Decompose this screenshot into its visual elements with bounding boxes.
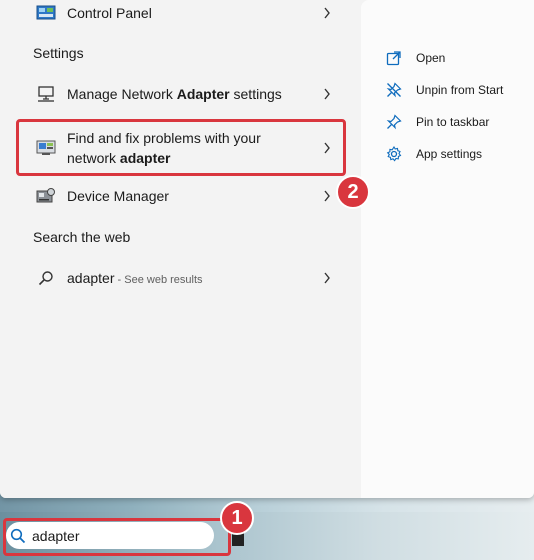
chevron-right-icon: [322, 272, 332, 284]
web-result-label: adapter - See web results: [67, 270, 203, 286]
result-manage-network-adapter[interactable]: Manage Network Adapter settings: [18, 82, 346, 106]
settings-section-title: Settings: [33, 45, 84, 61]
results-list: Control Panel Settings Manage Network Ad…: [0, 0, 361, 498]
taskbar-search-box[interactable]: adapter: [6, 522, 214, 549]
action-unpin-from-start[interactable]: Unpin from Start: [386, 82, 503, 98]
unpin-icon: [386, 82, 402, 98]
search-icon: [36, 269, 56, 287]
step2-highlight-outline: [16, 119, 346, 176]
chevron-right-icon: [322, 190, 332, 202]
step2-badge: 2: [336, 175, 370, 209]
open-icon: [386, 50, 402, 66]
monitor-icon: [36, 85, 56, 103]
result-device-manager[interactable]: Device Manager: [18, 184, 346, 208]
chevron-right-icon: [322, 88, 332, 100]
search-input[interactable]: adapter: [32, 528, 79, 544]
device-manager-label: Device Manager: [67, 188, 169, 204]
manage-network-label: Manage Network Adapter settings: [67, 86, 282, 102]
action-open[interactable]: Open: [386, 50, 445, 66]
result-control-panel[interactable]: Control Panel: [18, 1, 346, 25]
search-icon: [10, 528, 26, 544]
gear-icon: [386, 146, 402, 162]
action-app-settings[interactable]: App settings: [386, 146, 482, 162]
device-manager-icon: [36, 187, 56, 205]
pin-icon: [386, 114, 402, 130]
search-web-section-title: Search the web: [33, 229, 131, 245]
actions-panel: [361, 0, 534, 498]
step1-badge: 1: [220, 501, 254, 535]
result-web-search[interactable]: adapter - See web results: [18, 266, 346, 290]
control-panel-icon: [36, 4, 56, 22]
control-panel-label: Control Panel: [67, 5, 152, 21]
search-results-panel: Control Panel Settings Manage Network Ad…: [0, 0, 534, 498]
chevron-right-icon: [322, 7, 332, 19]
action-pin-to-taskbar[interactable]: Pin to taskbar: [386, 114, 489, 130]
